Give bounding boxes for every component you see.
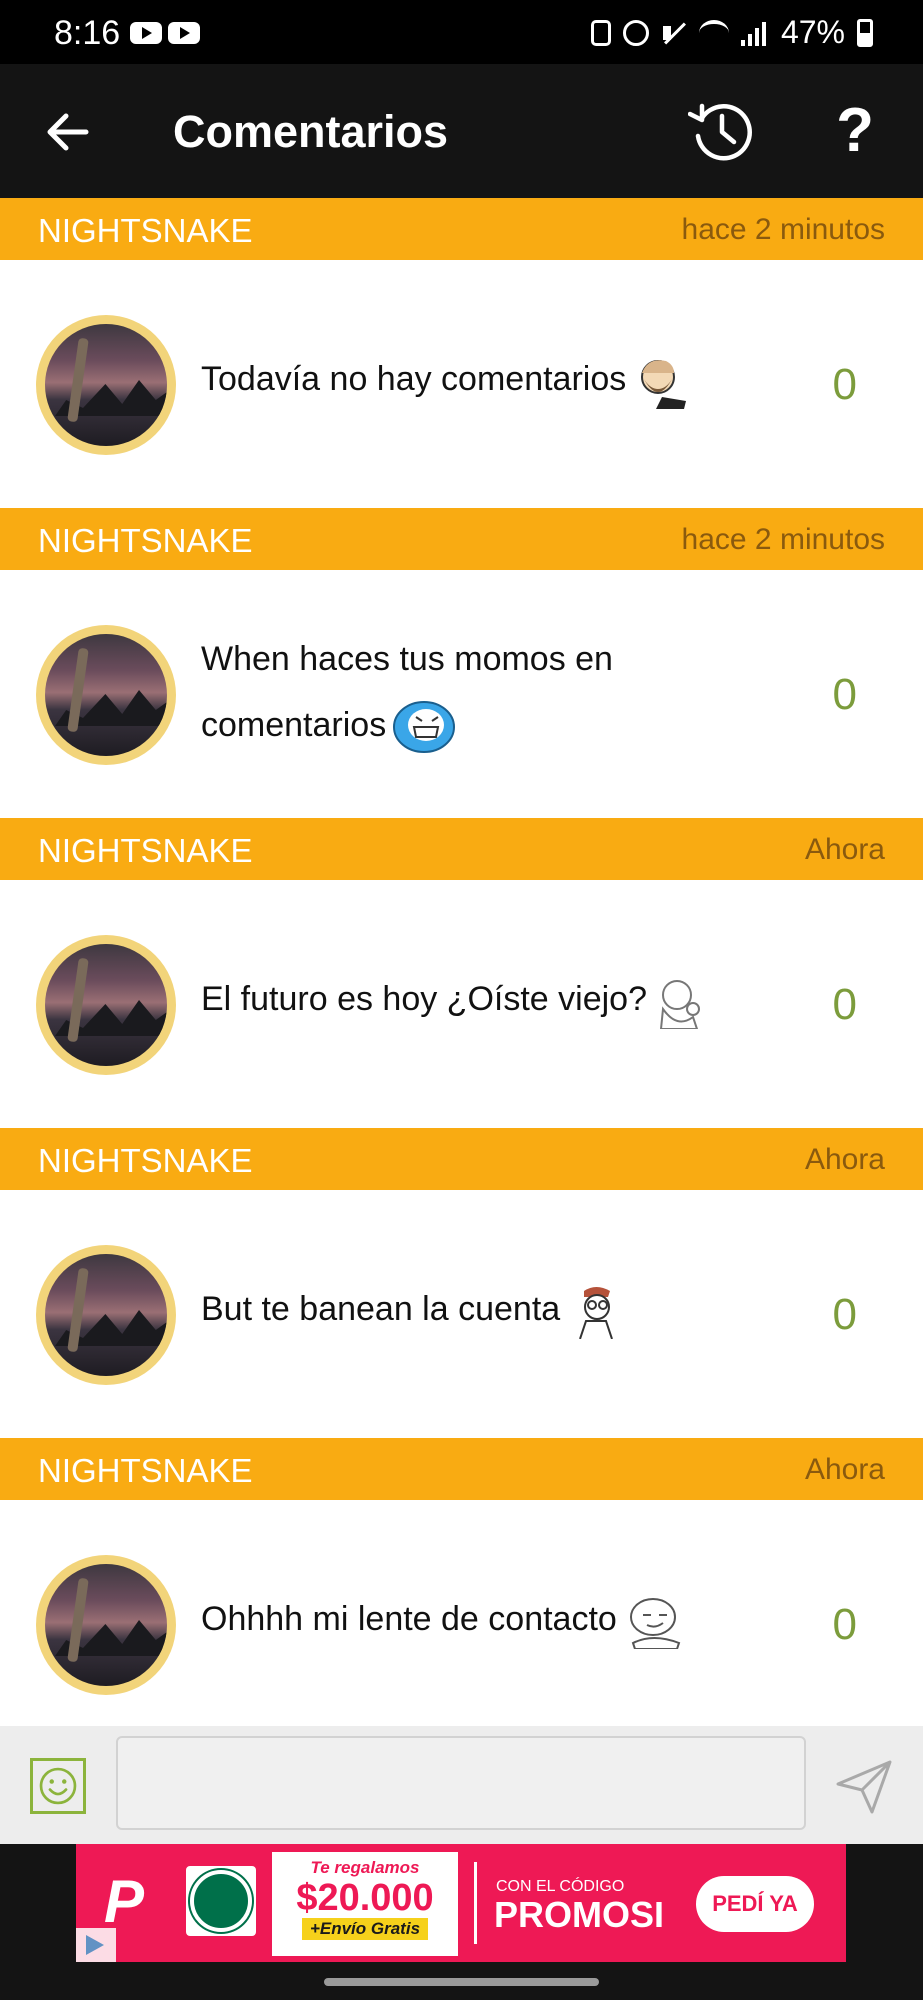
youtube-notification-icon [168, 22, 200, 44]
comment-body: Todavía no hay comentarios 0 [0, 260, 923, 508]
mute-icon [661, 20, 687, 46]
avatar[interactable] [36, 1555, 176, 1695]
vote-count: 0 [832, 360, 857, 409]
send-icon [836, 1760, 892, 1814]
comment-header: NIGHTSNAKE hace 2 minutos [0, 508, 923, 570]
avatar[interactable] [36, 935, 176, 1075]
comment-text: El futuro es hoy ¿Oíste viejo? [201, 966, 741, 1032]
comment-text: Todavía no hay comentarios [201, 346, 741, 412]
starbucks-logo [186, 1866, 256, 1936]
status-bar: 8:16 47% [0, 0, 923, 64]
comment-item: NIGHTSNAKE hace 2 minutos Todavía no hay… [0, 198, 923, 508]
comment-text-content: But te banean la cuenta [201, 1290, 561, 1328]
app-bar: Comentarios ? [0, 64, 923, 198]
vote-count: 0 [832, 1600, 857, 1649]
question-mark-icon: ? [836, 96, 874, 165]
chad-meme-icon [632, 353, 688, 410]
comment-header: NIGHTSNAKE Ahora [0, 818, 923, 880]
page-title: Comentarios [173, 106, 449, 157]
ad-choices-icon[interactable] [76, 1928, 116, 1962]
comment-timestamp: hace 2 minutos [681, 213, 885, 246]
comment-username[interactable]: NIGHTSNAKE [38, 522, 253, 560]
comment-timestamp: Ahora [804, 1143, 885, 1176]
comment-text-content: El futuro es hoy ¿Oíste viejo? [201, 980, 647, 1018]
emoji-picker-button[interactable] [30, 1758, 86, 1814]
comment-text: Ohhhh mi lente de contacto [201, 1586, 741, 1652]
comment-text: But te banean la cuenta [201, 1276, 741, 1342]
avatar[interactable] [36, 625, 176, 765]
comment-username[interactable]: NIGHTSNAKE [38, 1452, 253, 1490]
vote-count: 0 [832, 1290, 857, 1339]
back-button[interactable] [40, 104, 96, 160]
history-icon [687, 103, 752, 161]
vote-count: 0 [832, 980, 857, 1029]
comment-timestamp: Ahora [804, 1453, 885, 1486]
send-button[interactable] [834, 1756, 894, 1816]
ad-cta-button[interactable]: PEDÍ YA [696, 1876, 814, 1932]
battery-icon [857, 18, 873, 47]
comment-body: El futuro es hoy ¿Oíste viejo? 0 [0, 880, 923, 1128]
i-lied-meme-icon [392, 699, 456, 755]
comment-header: NIGHTSNAKE Ahora [0, 1128, 923, 1190]
battery-percent: 47% [780, 14, 845, 50]
thinking-meme-icon [653, 973, 709, 1031]
smiley-icon [39, 1767, 77, 1805]
ad-offer-card: Te regalamos $20.000 +Envío Gratis [272, 1852, 458, 1956]
status-time: 8:16 [54, 14, 121, 52]
avatar[interactable] [36, 1245, 176, 1385]
ad-area: P Te regalamos $20.000 +Envío Gratis CON… [0, 1844, 923, 2000]
comment-username[interactable]: NIGHTSNAKE [38, 212, 253, 250]
comment-item: NIGHTSNAKE hace 2 minutos When haces tus… [0, 508, 923, 818]
avatar[interactable] [36, 315, 176, 455]
ad-promo-code: PROMOSI [494, 1894, 665, 1935]
comment-text-content: Ohhhh mi lente de contacto [201, 1600, 617, 1638]
ad-divider [474, 1862, 477, 1944]
wifi-icon [698, 19, 729, 46]
comment-body: When haces tus momos en comentarios 0 [0, 570, 923, 818]
comment-item: NIGHTSNAKE Ahora Ohhhh mi lente de conta… [0, 1438, 923, 1726]
nerd-meme-icon [566, 1283, 622, 1340]
comment-header: NIGHTSNAKE Ahora [0, 1438, 923, 1500]
comment-timestamp: hace 2 minutos [681, 523, 885, 556]
comment-item: NIGHTSNAKE Ahora El futuro es hoy ¿Oíste… [0, 818, 923, 1128]
pedidosya-logo: P [104, 1868, 145, 1935]
gesture-nav-handle[interactable] [324, 1978, 599, 1986]
vote-count: 0 [832, 670, 857, 719]
ad-offer-amount: $20.000 [296, 1877, 434, 1919]
signal-icon [740, 20, 769, 46]
help-button[interactable]: ? [830, 98, 880, 164]
status-icons: 47% [590, 14, 873, 51]
smug-meme-icon [623, 1593, 689, 1651]
comment-header: NIGHTSNAKE hace 2 minutos [0, 198, 923, 260]
comment-input[interactable] [116, 1736, 806, 1830]
history-button[interactable] [687, 98, 754, 164]
lock-icon [590, 19, 611, 46]
ad-banner[interactable]: P Te regalamos $20.000 +Envío Gratis CON… [76, 1844, 846, 1962]
comment-list[interactable]: NIGHTSNAKE hace 2 minutos Todavía no hay… [0, 198, 923, 1726]
arrow-left-icon [47, 113, 89, 151]
comment-timestamp: Ahora [804, 833, 885, 866]
youtube-notification-icon [130, 22, 162, 44]
comment-body: But te banean la cuenta 0 [0, 1190, 923, 1438]
comment-input-bar [0, 1726, 923, 1844]
comment-username[interactable]: NIGHTSNAKE [38, 832, 253, 870]
comment-username[interactable]: NIGHTSNAKE [38, 1142, 253, 1180]
comment-text: When haces tus momos en comentarios [201, 626, 741, 758]
ad-offer-bottom: +Envío Gratis [301, 1918, 429, 1940]
comment-text-content: Todavía no hay comentarios [201, 360, 627, 398]
alarm-icon [622, 19, 649, 46]
comment-item: NIGHTSNAKE Ahora But te banean la cuenta… [0, 1128, 923, 1438]
ad-offer-top: Te regalamos [310, 1858, 420, 1877]
comment-body: Ohhhh mi lente de contacto 0 [0, 1500, 923, 1726]
